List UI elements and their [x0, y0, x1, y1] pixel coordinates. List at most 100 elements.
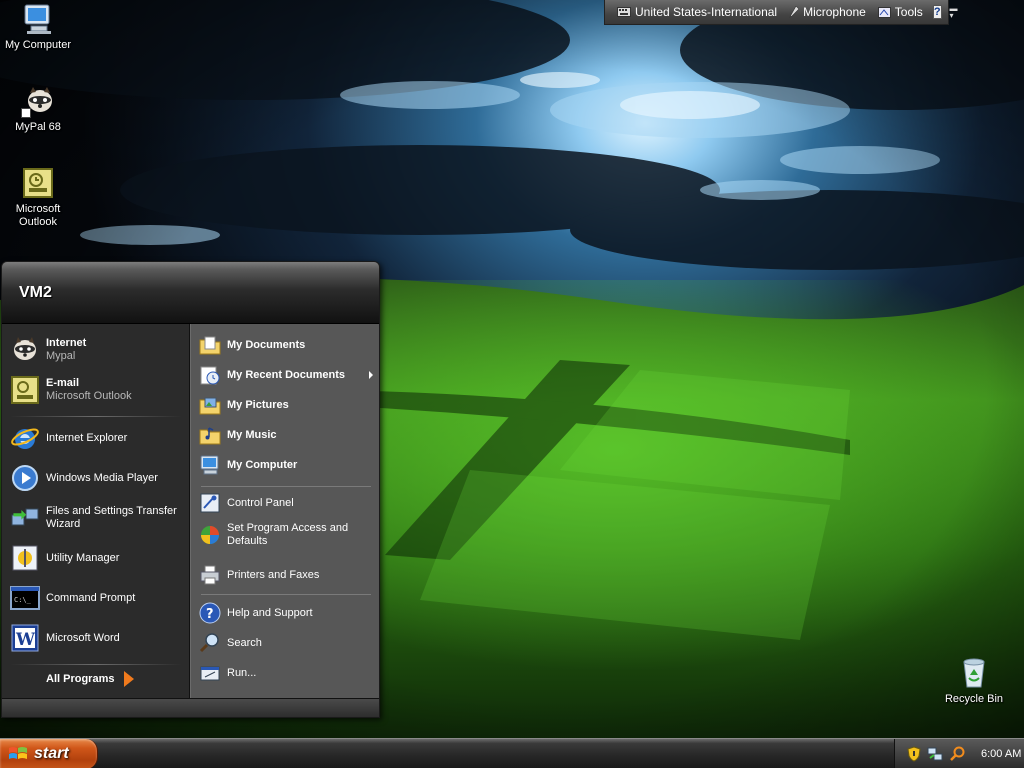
desktop-icon-my-computer[interactable]: My Computer: [0, 2, 76, 52]
help-and-support[interactable]: ? Help and Support: [199, 602, 379, 624]
start-button[interactable]: start: [0, 739, 98, 768]
folder-music-icon: [199, 424, 221, 446]
start-menu-header: VM2: [2, 262, 379, 324]
program-access-icon: [199, 524, 221, 546]
help-label: Search: [227, 636, 262, 649]
recycle-bin-icon: [957, 656, 991, 690]
microphone-icon: [789, 6, 800, 18]
start-label: start: [34, 745, 69, 762]
my-computer-icon: [21, 2, 55, 36]
help-label: Help and Support: [227, 606, 313, 619]
desktop-icon-label: My Computer: [4, 39, 72, 51]
submenu-arrow-icon: [369, 371, 373, 379]
utility-manager-icon: [10, 543, 40, 573]
help-icon: ?: [199, 602, 221, 624]
all-programs-button[interactable]: All Programs: [46, 671, 135, 687]
recent-microsoft-word[interactable]: W Microsoft Word: [10, 620, 186, 656]
microphone-label: Microphone: [803, 5, 866, 19]
search-item[interactable]: Search: [199, 632, 379, 654]
pinned-title: E-mail: [46, 377, 80, 389]
start-menu: VM2 Internet Mypal E-mail Microsoft Outl…: [1, 261, 380, 718]
transfer-wizard-icon: [10, 503, 40, 533]
options-arrow-icon: ▾: [949, 11, 954, 20]
all-programs-separator: [10, 664, 182, 665]
start-menu-programs: Internet Mypal E-mail Microsoft Outlook: [2, 324, 190, 698]
place-my-computer[interactable]: My Computer: [199, 454, 379, 476]
network-icon[interactable]: [927, 746, 943, 762]
settings-separator: [201, 594, 371, 595]
setting-program-access[interactable]: Set Program Access and Defaults: [199, 522, 379, 548]
recent-internet-explorer[interactable]: Internet Explorer: [10, 420, 186, 456]
taskbar: start 6:00 AM: [0, 738, 1024, 768]
internet-explorer-icon: [10, 423, 40, 453]
pinned-subtitle: Mypal: [46, 350, 76, 362]
desktop-icon-recycle-bin[interactable]: Recycle Bin: [936, 656, 1012, 706]
raccoon-icon: [21, 84, 55, 118]
my-computer-icon: [199, 454, 221, 476]
program-label: Files and Settings Transfer Wizard: [46, 505, 177, 530]
clock[interactable]: 6:00 AM: [981, 748, 1021, 760]
user-name: VM2: [19, 284, 52, 301]
place-label: My Music: [227, 428, 277, 441]
control-panel-icon: [199, 492, 221, 514]
program-label: Internet Explorer: [46, 431, 128, 444]
place-my-pictures[interactable]: My Pictures: [199, 394, 379, 416]
tools-button[interactable]: Tools: [872, 5, 929, 19]
place-my-documents[interactable]: My Documents: [199, 334, 379, 356]
place-label: My Documents: [227, 338, 306, 351]
place-label: My Computer: [227, 458, 298, 471]
tools-icon: [877, 6, 891, 18]
pinned-title: Internet: [46, 337, 87, 349]
desktop-icon-outlook[interactable]: Microsoft Outlook: [0, 166, 76, 229]
security-shield-icon[interactable]: [907, 746, 921, 762]
shortcut-arrow-icon: [21, 108, 31, 118]
word-icon: W: [10, 623, 40, 653]
system-tray: 6:00 AM: [894, 739, 1024, 768]
language-bar: United States-International Microphone T…: [604, 0, 958, 25]
recent-windows-media-player[interactable]: Windows Media Player: [10, 460, 186, 496]
svg-text:?: ?: [206, 607, 214, 622]
start-menu-footer: [2, 698, 379, 717]
all-programs-label: All Programs: [46, 673, 115, 685]
media-player-icon: [10, 463, 40, 493]
recent-transfer-wizard[interactable]: Files and Settings Transfer Wizard: [10, 500, 186, 536]
folder-documents-icon: [199, 334, 221, 356]
recent-documents-icon: [199, 364, 221, 386]
desktop-icon-mypal[interactable]: MyPal 68: [0, 84, 76, 134]
windows-logo-icon: [9, 747, 27, 759]
setting-label: Printers and Faxes: [227, 568, 320, 581]
pinned-internet[interactable]: Internet Mypal: [10, 332, 186, 368]
search-tray-icon[interactable]: [949, 746, 965, 762]
svg-text:C:\_: C:\_: [14, 596, 32, 604]
setting-label: Control Panel: [227, 496, 294, 509]
places-separator: [201, 486, 371, 487]
program-label: Windows Media Player: [46, 471, 158, 484]
outlook-icon: [10, 375, 40, 405]
place-my-music[interactable]: My Music: [199, 424, 379, 446]
printer-icon: [199, 564, 221, 586]
recent-command-prompt[interactable]: C:\_ Command Prompt: [10, 580, 186, 616]
help-button[interactable]: ?: [932, 5, 942, 19]
run-item[interactable]: Run...: [199, 662, 379, 684]
folder-pictures-icon: [199, 394, 221, 416]
pinned-subtitle: Microsoft Outlook: [46, 390, 132, 402]
microphone-button[interactable]: Microphone: [783, 5, 872, 19]
pinned-email[interactable]: E-mail Microsoft Outlook: [10, 372, 186, 408]
language-selector[interactable]: United States-International: [611, 5, 783, 19]
start-menu-places: My Documents My Recent Documents My Pict…: [190, 324, 379, 698]
setting-printers-faxes[interactable]: Printers and Faxes: [199, 564, 379, 586]
desktop-icon-label: MyPal 68: [15, 121, 61, 133]
svg-text:W: W: [15, 630, 36, 650]
language-bar-options[interactable]: ▬ ▾: [949, 5, 958, 20]
keyboard-icon: [617, 7, 631, 17]
outlook-icon: [21, 166, 55, 200]
command-prompt-icon: C:\_: [10, 583, 40, 613]
place-my-recent-documents[interactable]: My Recent Documents: [199, 364, 379, 386]
search-icon: [199, 632, 221, 654]
pinned-separator: [10, 416, 182, 417]
recent-utility-manager[interactable]: Utility Manager: [10, 540, 186, 576]
help-label: Run...: [227, 666, 257, 679]
setting-control-panel[interactable]: Control Panel: [199, 492, 379, 514]
desktop-icon-label: Recycle Bin: [944, 693, 1004, 705]
place-label: My Pictures: [227, 398, 289, 411]
